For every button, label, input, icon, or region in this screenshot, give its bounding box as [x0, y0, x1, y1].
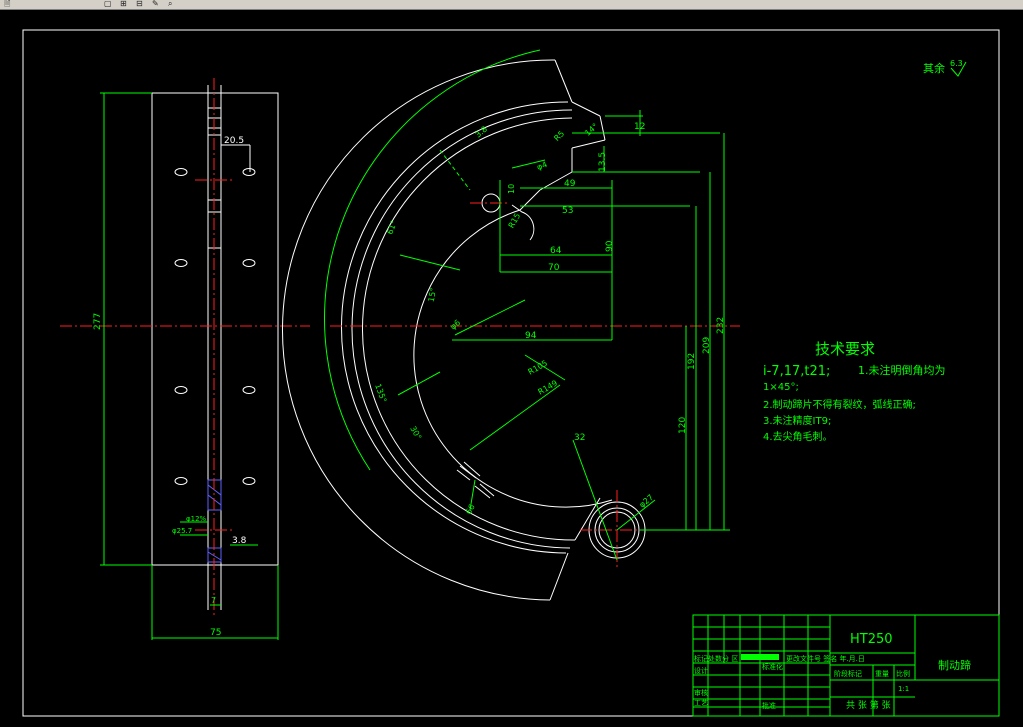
dim-49: 49	[564, 179, 576, 189]
title-sheets: 共 张 第 张	[846, 699, 891, 711]
dim-angle-15: 15°	[427, 287, 438, 303]
dim-left-height: 277	[93, 313, 103, 330]
lining-outer-arc	[282, 59, 556, 601]
title-part-name: 制动蹄	[938, 658, 971, 672]
dim-209: 209	[702, 337, 712, 354]
dim-r5: R5	[552, 129, 566, 143]
dim-120: 120	[678, 417, 688, 434]
right-view-dimensions	[324, 49, 730, 561]
title-block-fill-mark	[741, 654, 779, 660]
dim-192: 192	[687, 353, 697, 370]
dim-53: 53	[562, 206, 573, 216]
toolbar-icon-new[interactable]: 🗎	[4, 0, 10, 8]
dim-phi4: φ4	[536, 160, 549, 172]
shoe-rim-outer	[351, 109, 573, 549]
tech-req-line-4: 3.未注精度IT9;	[763, 414, 831, 427]
title-scale: 1:1	[898, 685, 909, 693]
toolbar-icon-box[interactable]: ▢	[104, 0, 112, 8]
left-view-dimensions	[100, 92, 278, 639]
dim-94: 94	[525, 331, 537, 341]
title-row-label-1: 标记处数分 区	[694, 654, 738, 663]
dim-90: 90	[605, 240, 615, 252]
dim-32: 32	[574, 433, 585, 443]
drawing-frame	[22, 29, 1000, 717]
title-approve: 批准	[762, 701, 776, 710]
tech-req-line-1: 1.未注明倒角均为	[858, 363, 946, 377]
dim-66: 66	[464, 503, 477, 516]
tech-req-line-5: 4.去尖角毛刺。	[763, 430, 833, 443]
dim-angle-30: 30°	[408, 425, 423, 442]
toolbar-icon-find[interactable]: ⌕	[168, 0, 172, 8]
tech-req-line-0: i-7,17,t21;	[763, 364, 830, 379]
dim-hole-dia-a: φ25.7	[172, 527, 192, 535]
toolbar-icon-grid[interactable]: ⊞	[120, 0, 127, 8]
toolbar-icon-edit[interactable]: ✎	[152, 0, 159, 8]
title-standard: 标准化	[762, 662, 783, 671]
title-ratio: 比例	[896, 669, 910, 678]
roughness-label: 其余	[923, 61, 945, 75]
title-weight: 重量	[875, 670, 889, 678]
cad-drawing-canvas[interactable]: 277 75 20.5 3.8 7 φ25.7 φ12% 12 13.5 49 …	[0, 10, 1023, 727]
dim-232: 232	[716, 317, 726, 334]
tech-req-line-3: 2.制动蹄片不得有裂纹，弧线正确;	[763, 398, 916, 411]
dim-70: 70	[548, 263, 560, 273]
roughness-value: 6.3	[950, 59, 963, 68]
title-process: 工艺	[694, 699, 708, 707]
dim-64: 64	[550, 246, 562, 256]
dim-13-5: 13.5	[598, 152, 608, 172]
left-view-outline	[151, 92, 279, 566]
right-view-centerlines	[330, 202, 740, 570]
right-view	[282, 59, 646, 601]
title-stage: 阶段标记	[834, 669, 862, 678]
tech-req-line-2: 1×45°;	[763, 382, 799, 393]
dim-12: 12	[634, 122, 645, 132]
dim-hole-dia-b: φ12%	[186, 515, 207, 523]
title-design: 设计	[694, 666, 708, 675]
tech-req-title: 技术要求	[815, 340, 875, 358]
dim-left-width: 75	[210, 628, 221, 638]
title-review: 审核	[694, 688, 708, 697]
dim-hole-offset: 20.5	[224, 136, 244, 146]
title-row-label-2: 更改文件号 签名 年.月.日	[786, 654, 865, 663]
dim-slot-b: 7	[211, 596, 216, 605]
dim-angle-61: 61°	[385, 219, 398, 235]
dim-slot-a: 3.8	[232, 536, 247, 546]
title-material: HT250	[850, 632, 893, 647]
dim-r105: R105	[527, 359, 550, 377]
dim-10: 10	[507, 184, 516, 194]
dim-phi6: φ6	[449, 318, 463, 332]
left-view	[151, 85, 279, 640]
toolbar-icon-split[interactable]: ⊟	[136, 0, 143, 8]
dim-angle-14: 14°	[583, 122, 600, 138]
